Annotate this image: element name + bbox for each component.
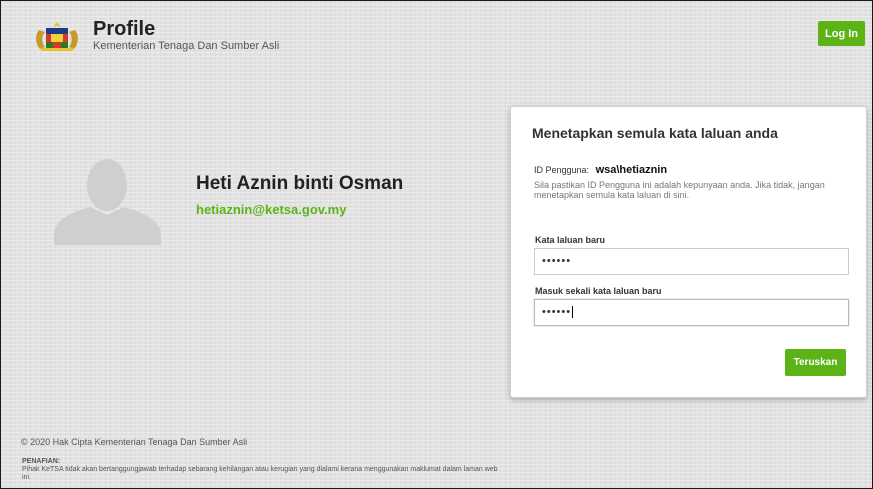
- continue-button[interactable]: Teruskan: [785, 349, 846, 376]
- malaysia-coat-of-arms-icon: [36, 22, 78, 51]
- user-name: Heti Aznin binti Osman: [196, 173, 404, 194]
- user-id-row: ID Pengguna: wsa\hetiaznin: [534, 164, 667, 176]
- new-password-value: ••••••: [542, 255, 572, 267]
- login-button[interactable]: Log In: [818, 21, 865, 46]
- confirm-password-label: Masuk sekali kata laluan baru: [535, 286, 662, 296]
- user-silhouette-icon: [54, 159, 161, 245]
- new-password-field[interactable]: ••••••: [534, 248, 849, 275]
- user-id-value: wsa\hetiaznin: [595, 164, 668, 176]
- confirm-password-field[interactable]: ••••••: [534, 299, 849, 326]
- page-header: Profile Kementerian Tenaga Dan Sumber As…: [1, 1, 872, 81]
- user-email: hetiaznin@ketsa.gov.my: [196, 202, 347, 217]
- app-title: Profile: [93, 18, 156, 40]
- disclaimer-text: Pihak KeTSA tidak akan bertanggungjawab …: [22, 466, 498, 481]
- card-title: Menetapkan semula kata laluan anda: [532, 125, 778, 141]
- app-subtitle: Kementerian Tenaga Dan Sumber Asli: [93, 40, 280, 52]
- text-caret: [572, 306, 574, 319]
- copyright-text: © 2020 Hak Cipta Kementerian Tenaga Dan …: [21, 437, 248, 447]
- reset-password-card: Menetapkan semula kata laluan anda ID Pe…: [510, 106, 867, 398]
- user-id-label: ID Pengguna:: [534, 165, 590, 175]
- user-id-note: Sila pastikan ID Pengguna ini adalah kep…: [534, 180, 825, 200]
- new-password-label: Kata laluan baru: [535, 235, 606, 245]
- confirm-password-value: ••••••: [542, 306, 572, 318]
- disclaimer-title: PENAFIAN:: [22, 458, 61, 465]
